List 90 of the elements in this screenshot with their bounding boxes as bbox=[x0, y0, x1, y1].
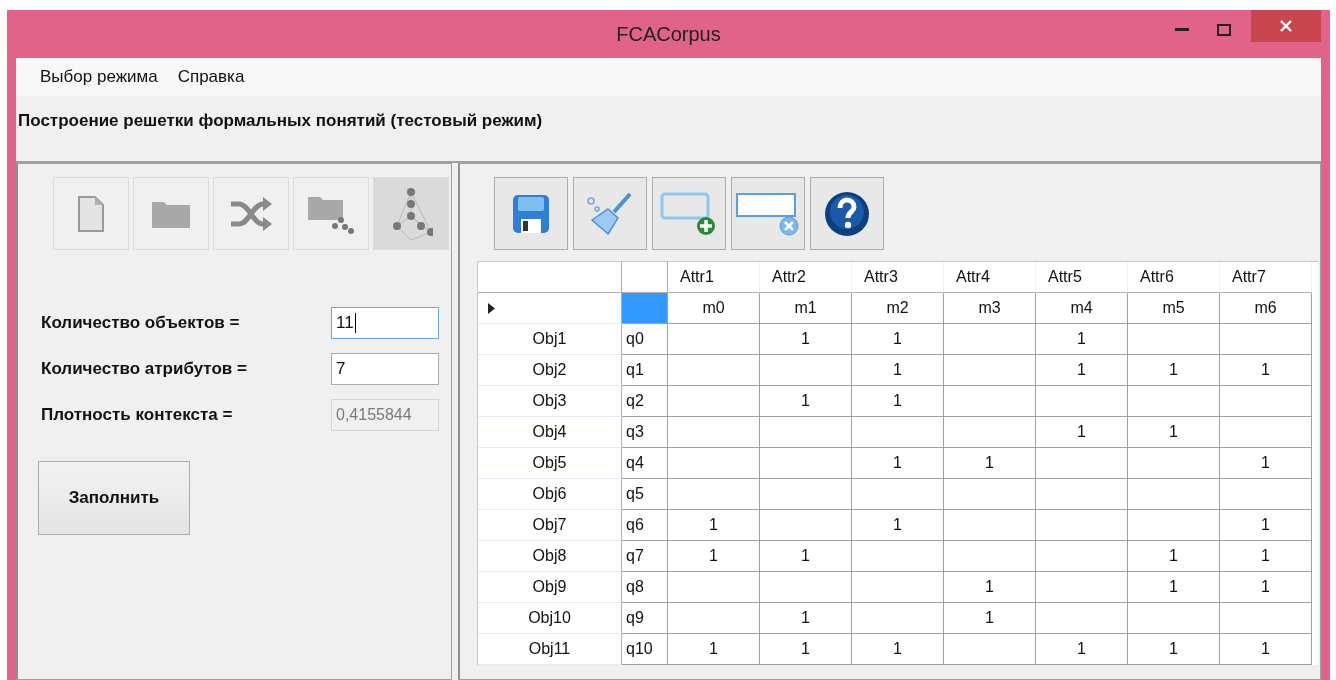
table-cell: 1 bbox=[1220, 572, 1312, 603]
input-field[interactable]: 11 bbox=[331, 307, 439, 339]
table-cell: q1 bbox=[622, 355, 668, 386]
window-title: FCACorpus bbox=[616, 22, 721, 45]
table-cell: q3 bbox=[622, 417, 668, 448]
input-field[interactable]: 7 bbox=[331, 353, 439, 385]
column-header[interactable]: Attr7 bbox=[1220, 262, 1312, 293]
help-icon bbox=[824, 190, 870, 237]
table-cell: 1 bbox=[1036, 417, 1128, 448]
row-header[interactable]: Obj7 bbox=[478, 510, 622, 541]
column-header[interactable]: Attr2 bbox=[760, 262, 852, 293]
row-header[interactable]: Obj1 bbox=[478, 324, 622, 355]
fill-button[interactable]: Заполнить bbox=[38, 461, 190, 535]
toolbar-button[interactable] bbox=[810, 177, 884, 250]
column-header[interactable]: Attr1 bbox=[668, 262, 760, 293]
table-cell: 1 bbox=[760, 386, 852, 417]
table-cell: 1 bbox=[852, 448, 944, 479]
table-cell: q6 bbox=[622, 510, 668, 541]
table-cell: 1 bbox=[1036, 634, 1128, 665]
table-cell: 1 bbox=[1128, 417, 1220, 448]
mode-heading: Построение решетки формальных понятий (тестовый режим) bbox=[18, 111, 543, 130]
table-cell: m1 bbox=[760, 293, 852, 324]
minimize-icon bbox=[1175, 28, 1189, 32]
row-header[interactable]: Obj8 bbox=[478, 541, 622, 572]
table-cell: m0 bbox=[668, 293, 760, 324]
table-cell: q5 bbox=[622, 479, 668, 510]
row-header[interactable]: Obj2 bbox=[478, 355, 622, 386]
table-cell: 1 bbox=[668, 541, 760, 572]
broom-icon bbox=[586, 191, 634, 236]
table-cell: 1 bbox=[1220, 634, 1312, 665]
table-cell: q7 bbox=[622, 541, 668, 572]
row-header[interactable]: Obj9 bbox=[478, 572, 622, 603]
row-header[interactable]: Obj4 bbox=[478, 417, 622, 448]
table-cell: m5 bbox=[1128, 293, 1220, 324]
row-header[interactable]: Obj10 bbox=[478, 603, 622, 634]
table-cell: 1 bbox=[1036, 355, 1128, 386]
table-cell: 1 bbox=[1128, 572, 1220, 603]
table-cell: q8 bbox=[622, 572, 668, 603]
table-cell: 1 bbox=[852, 355, 944, 386]
table-cell: 1 bbox=[760, 634, 852, 665]
add-field-icon bbox=[660, 191, 718, 236]
table-cell: 1 bbox=[760, 603, 852, 634]
table-cell: m2 bbox=[852, 293, 944, 324]
current-row-icon bbox=[488, 303, 495, 314]
table-cell: m4 bbox=[1036, 293, 1128, 324]
table-cell: 1 bbox=[1128, 541, 1220, 572]
table-cell: 1 bbox=[1128, 634, 1220, 665]
table-cell: 1 bbox=[852, 510, 944, 541]
table-cell: 1 bbox=[668, 510, 760, 541]
column-header[interactable]: Attr5 bbox=[1036, 262, 1128, 293]
table-cell: q9 bbox=[622, 603, 668, 634]
table-cell: m3 bbox=[944, 293, 1036, 324]
shuffle-icon bbox=[229, 195, 273, 232]
table-cell: 1 bbox=[668, 634, 760, 665]
column-header[interactable]: Attr4 bbox=[944, 262, 1036, 293]
document-icon bbox=[77, 194, 105, 233]
row-header[interactable]: Obj5 bbox=[478, 448, 622, 479]
table-cell: 1 bbox=[852, 324, 944, 355]
table-cell: 1 bbox=[852, 634, 944, 665]
field-label: Количество атрибутов = bbox=[41, 359, 248, 379]
close-icon bbox=[1279, 19, 1293, 33]
row-header[interactable]: Obj3 bbox=[478, 386, 622, 417]
remove-field-icon bbox=[735, 191, 801, 236]
table-cell: q2 bbox=[622, 386, 668, 417]
table-cell: 1 bbox=[760, 324, 852, 355]
table-cell: 1 bbox=[1220, 355, 1312, 386]
table-cell: q0 bbox=[622, 324, 668, 355]
close-button[interactable] bbox=[1251, 10, 1321, 42]
table-cell: 1 bbox=[944, 603, 1036, 634]
row-header[interactable]: Obj11 bbox=[478, 634, 622, 665]
table-cell: 1 bbox=[852, 386, 944, 417]
menu-item[interactable]: Справка bbox=[169, 63, 253, 91]
table-cell: 1 bbox=[1036, 324, 1128, 355]
table-cell: m6 bbox=[1220, 293, 1312, 324]
table-cell: 1 bbox=[1220, 541, 1312, 572]
row-header[interactable]: Obj6 bbox=[478, 479, 622, 510]
column-header[interactable]: Attr6 bbox=[1128, 262, 1220, 293]
table-cell: q4 bbox=[622, 448, 668, 479]
field-label: Количество объектов = bbox=[41, 313, 241, 333]
maximize-icon bbox=[1217, 24, 1231, 36]
table-cell: 1 bbox=[1220, 510, 1312, 541]
table-cell: q10 bbox=[622, 634, 668, 665]
field-label: Плотность контекста = bbox=[41, 405, 234, 425]
table-cell: 1 bbox=[1128, 355, 1220, 386]
table-cell: 1 bbox=[944, 448, 1036, 479]
menu-item[interactable]: Выбор режима bbox=[32, 63, 166, 91]
column-header[interactable]: Attr3 bbox=[852, 262, 944, 293]
table-cell: 1 bbox=[1220, 448, 1312, 479]
table-cell: 1 bbox=[944, 572, 1036, 603]
table-cell: 1 bbox=[760, 541, 852, 572]
